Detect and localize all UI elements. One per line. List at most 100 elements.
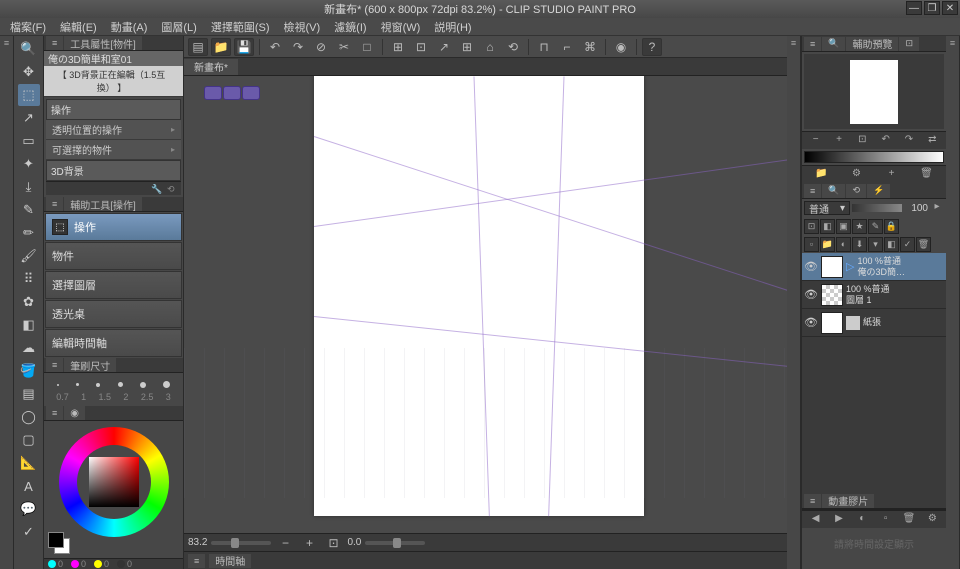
delete-cel-icon[interactable]: 🗑 [902, 513, 916, 527]
document-tab[interactable]: 新畫布* [184, 59, 238, 75]
subtool-select-layer[interactable]: 選擇圖層 [45, 271, 182, 299]
brush-preset-dot[interactable] [163, 381, 170, 388]
correct-line-tool-icon[interactable]: ✓ [18, 521, 40, 543]
opacity-slider[interactable] [852, 204, 902, 212]
nav-extra-icon[interactable]: ⊡ [899, 37, 919, 51]
visibility-icon[interactable]: 👁 [804, 316, 818, 330]
opacity-value[interactable]: 100 [904, 203, 928, 214]
onion-icon[interactable]: ◐ [855, 513, 869, 527]
menu-window[interactable]: 視窗(W) [375, 18, 427, 36]
new-folder-icon[interactable]: 📁 [820, 237, 835, 252]
ruler-tool-icon[interactable]: 📐 [18, 452, 40, 474]
opacity-stepper-icon[interactable]: ▸ [930, 201, 944, 215]
3d-move-handle-icon[interactable] [204, 86, 222, 100]
collapse-icon[interactable]: ≡ [1, 38, 13, 50]
menu-help[interactable]: 説明(H) [428, 18, 477, 36]
snap-special-icon[interactable]: ⌘ [580, 38, 600, 56]
brush-preset-dot[interactable] [57, 384, 59, 386]
menu-view[interactable]: 檢視(V) [278, 18, 327, 36]
snap-icon[interactable]: ↗ [434, 38, 454, 56]
gradient-tool-icon[interactable]: ▤ [18, 383, 40, 405]
minimize-button[interactable]: — [906, 1, 922, 15]
decoration-tool-icon[interactable]: ✿ [18, 291, 40, 313]
brush-preset-dot[interactable] [140, 382, 146, 388]
snap-ruler-icon[interactable]: ⌐ [557, 38, 577, 56]
brush-preset-dot[interactable] [96, 383, 100, 387]
zoom-out-icon[interactable]: − [275, 534, 295, 552]
help-icon[interactable]: ? [642, 38, 662, 56]
menu-layer[interactable]: 圖層(L) [155, 18, 202, 36]
snap-grid-icon[interactable]: ⊓ [534, 38, 554, 56]
lock-icon[interactable]: 🔒 [884, 219, 899, 234]
layer-thumbnail[interactable] [821, 312, 843, 334]
new-layer-icon[interactable]: ▫ [804, 237, 819, 252]
collapse-icon[interactable]: ≡ [947, 38, 959, 50]
layer-auto-icon[interactable]: ⚡ [867, 184, 890, 198]
3d-scale-handle-icon[interactable] [242, 86, 260, 100]
subtool-object[interactable]: 物件 [45, 242, 182, 270]
color-wheel-tab-icon[interactable]: ◉ [64, 406, 85, 420]
ruler-icon[interactable]: ⊡ [411, 38, 431, 56]
blend-mode-select[interactable]: 普通▾ [804, 201, 850, 215]
blend-tool-icon[interactable]: ☁ [18, 337, 40, 359]
layer-thumbnail[interactable] [821, 256, 843, 278]
collapse-icon[interactable]: ≡ [788, 38, 800, 50]
flip-icon[interactable]: ⇄ [925, 134, 939, 148]
color-menu-icon[interactable]: ≡ [46, 406, 63, 420]
timeline-tab[interactable]: 時間軸 [209, 554, 251, 568]
zoom-out-icon[interactable]: − [809, 134, 823, 148]
guide-icon[interactable]: ⊞ [457, 38, 477, 56]
gradient-preview[interactable] [804, 151, 944, 163]
cut-icon[interactable]: ✂ [334, 38, 354, 56]
rotation-slider[interactable] [365, 541, 425, 545]
slider-thumb[interactable] [393, 538, 401, 548]
delete-icon[interactable]: 🗑 [920, 168, 934, 182]
rotation-value[interactable]: 0.0 [347, 537, 361, 548]
wand-tool-icon[interactable]: ✦ [18, 153, 40, 175]
eyedropper-tool-icon[interactable]: ⤓ [18, 176, 40, 198]
brush-preset-dot[interactable] [76, 383, 79, 386]
timeline-menu-icon[interactable]: ≡ [804, 494, 821, 508]
transparent-position-item[interactable]: 透明位置的操作 [46, 120, 181, 140]
gear-icon[interactable]: ⚙ [850, 168, 864, 182]
subtool-timeline-edit[interactable]: 編輯時間軸 [45, 329, 182, 357]
subtool-light-table[interactable]: 透光桌 [45, 300, 182, 328]
close-button[interactable]: ✕ [942, 1, 958, 15]
zoom-in-icon[interactable]: + [832, 134, 846, 148]
nav-menu-icon[interactable]: ≡ [804, 37, 821, 51]
zoom-tool-icon[interactable]: 🔍 [18, 38, 40, 60]
visibility-icon[interactable]: 👁 [804, 260, 818, 274]
zoom-slider[interactable] [211, 541, 271, 545]
fit-icon[interactable]: ⊡ [323, 534, 343, 552]
merge-down-icon[interactable]: ▾ [868, 237, 883, 252]
maximize-button[interactable]: ❐ [924, 1, 940, 15]
layer-row-1[interactable]: 👁 100 %普通 圖層 1 [802, 281, 946, 309]
color-swatches[interactable] [48, 532, 72, 556]
trash-icon[interactable]: 🗑 [916, 237, 931, 252]
layer-menu-icon[interactable]: ≡ [804, 184, 821, 198]
menu-edit[interactable]: 編輯(E) [54, 18, 103, 36]
navigator-preview[interactable] [804, 54, 944, 129]
brush-menu-icon[interactable]: ≡ [46, 358, 63, 372]
3d-background-section-header[interactable]: 3D背景 [46, 160, 181, 181]
next-cel-icon[interactable]: ▶ [832, 513, 846, 527]
operation-tool-icon[interactable]: ⬚ [18, 84, 40, 106]
subtool-menu-icon[interactable]: ≡ [46, 197, 63, 211]
nav-icon[interactable]: 🔍 [822, 37, 845, 51]
brush-size-tab[interactable]: 筆刷尺寸 [64, 358, 116, 372]
move-layer-tool-icon[interactable]: ↗ [18, 107, 40, 129]
menu-filter[interactable]: 濾鏡(I) [328, 18, 372, 36]
fit-icon[interactable]: ⊡ [855, 134, 869, 148]
grid-icon[interactable]: ⊞ [388, 38, 408, 56]
visibility-icon[interactable]: 👁 [804, 288, 818, 302]
frame-tool-icon[interactable]: ▢ [18, 429, 40, 451]
saturation-value-square[interactable] [89, 457, 139, 507]
symmetry-icon[interactable]: ⌂ [480, 38, 500, 56]
subtool-operation[interactable]: ⬚操作 [45, 213, 182, 241]
layer-mask-icon[interactable]: ◧ [884, 237, 899, 252]
zoom-value[interactable]: 83.2 [188, 537, 207, 548]
brush-preset-dot[interactable] [118, 382, 123, 387]
tool-property-tab[interactable]: 工具屬性[物件] [64, 36, 142, 50]
move-tool-icon[interactable]: ✥ [18, 61, 40, 83]
clip-icon[interactable]: ◧ [820, 219, 835, 234]
